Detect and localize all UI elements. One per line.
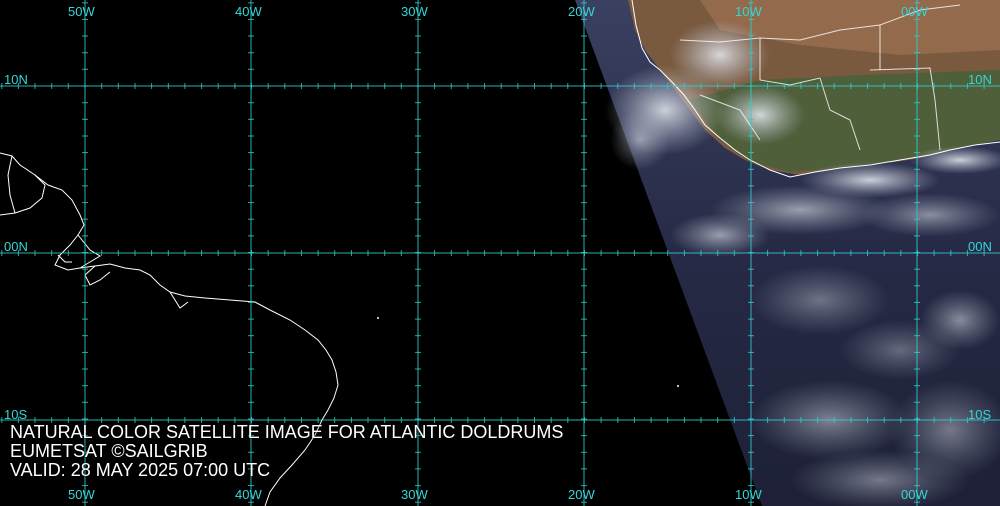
lon-label-20w-top: 20W bbox=[568, 4, 595, 19]
map-caption: NATURAL COLOR SATELLITE IMAGE FOR ATLANT… bbox=[10, 423, 563, 480]
lat-label-10n-left: 10N bbox=[4, 72, 28, 87]
lon-label-10w-top: 10W bbox=[735, 4, 762, 19]
caption-credit: EUMETSAT ©SAILGRIB bbox=[10, 441, 208, 461]
caption-valid-time: VALID: 28 MAY 2025 07:00 UTC bbox=[10, 460, 271, 480]
lat-label-00n-right: 00N bbox=[968, 239, 992, 254]
satellite-map: 50W 40W 30W 20W 10W 00W 50W 40W 30W 20W … bbox=[0, 0, 1000, 506]
island-dot bbox=[677, 385, 679, 387]
lon-label-00w-top: 00W bbox=[901, 4, 928, 19]
lon-label-00w-bottom: 00W bbox=[901, 487, 928, 502]
lon-label-30w-bottom: 30W bbox=[401, 487, 428, 502]
lon-label-40w-bottom: 40W bbox=[235, 487, 262, 502]
island-dot bbox=[377, 317, 379, 319]
lon-label-50w-bottom: 50W bbox=[68, 487, 95, 502]
caption-title: NATURAL COLOR SATELLITE IMAGE FOR ATLANT… bbox=[10, 422, 564, 442]
lon-label-20w-bottom: 20W bbox=[568, 487, 595, 502]
lon-label-50w-top: 50W bbox=[68, 4, 95, 19]
lon-label-40w-top: 40W bbox=[235, 4, 262, 19]
lat-label-10n-right: 10N bbox=[968, 72, 992, 87]
lat-label-10s-left: 10S bbox=[4, 407, 28, 422]
lat-label-00n-left: 00N bbox=[4, 239, 28, 254]
lon-label-10w-bottom: 10W bbox=[735, 487, 762, 502]
lon-label-30w-top: 30W bbox=[401, 4, 428, 19]
lat-label-10s-right: 10S bbox=[968, 407, 992, 422]
